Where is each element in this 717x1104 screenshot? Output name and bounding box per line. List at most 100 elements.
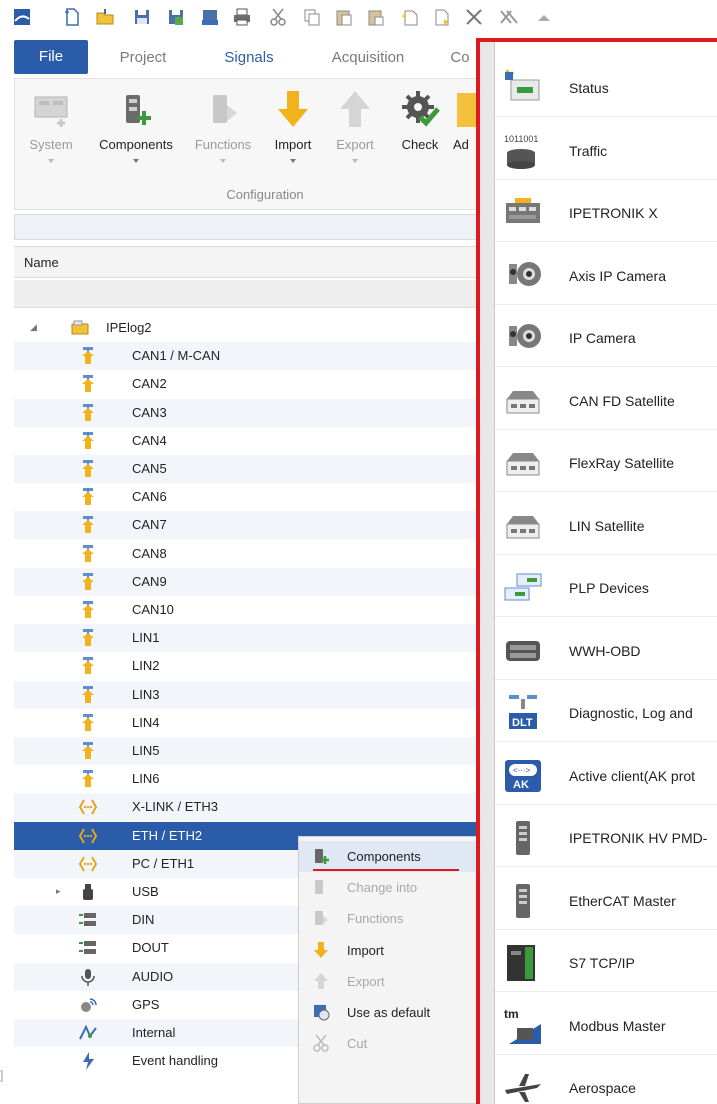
paste-icon[interactable]: [334, 7, 354, 27]
tree-row-label: DIN: [132, 912, 155, 928]
component-item[interactable]: FlexRay Satellite: [495, 433, 717, 492]
context-menu: Components Change into Functions Import Expo…: [298, 836, 481, 1104]
context-menu-item[interactable]: Functions: [299, 903, 481, 934]
import-button[interactable]: Import: [261, 79, 325, 189]
system-button[interactable]: System: [15, 79, 87, 189]
component-item[interactable]: WWH-OBD: [495, 621, 717, 680]
print-icon[interactable]: [232, 7, 252, 27]
context-menu-item[interactable]: Use as default: [299, 997, 481, 1028]
delete-all-icon[interactable]: [498, 7, 518, 27]
tree-row-label: CAN1 / M-CAN: [132, 348, 221, 364]
tree-row[interactable]: CAN4: [14, 427, 480, 455]
component-item[interactable]: CAN FD Satellite: [495, 371, 717, 430]
tree-row[interactable]: CAN10: [14, 596, 480, 624]
component-item[interactable]: IPETRONIK HV PMD-: [495, 808, 717, 867]
ethernet-icon: [78, 797, 98, 817]
tab-project[interactable]: Project: [100, 38, 186, 76]
copy-icon[interactable]: [302, 7, 322, 27]
export-arrow-icon: [312, 972, 330, 990]
component-item[interactable]: DLT Diagnostic, Log and: [495, 683, 717, 742]
tab-signals[interactable]: Signals: [204, 38, 294, 76]
save-as-icon[interactable]: [166, 7, 186, 27]
context-menu-item[interactable]: Import: [299, 935, 481, 966]
tree-row[interactable]: LIN5: [14, 737, 480, 765]
component-item[interactable]: 1011001 Traffic: [495, 121, 717, 180]
component-item[interactable]: IP Camera: [495, 308, 717, 367]
delete-icon[interactable]: [464, 7, 484, 27]
paste-special-icon[interactable]: [366, 7, 386, 27]
import-arrow-icon: [271, 87, 315, 131]
context-menu-item[interactable]: Change into: [299, 872, 481, 903]
component-item[interactable]: EtherCAT Master: [495, 871, 717, 930]
tree-row[interactable]: CAN6: [14, 483, 480, 511]
functions-button[interactable]: Functions: [185, 79, 261, 189]
tree-row[interactable]: LIN3: [14, 680, 480, 709]
tab-file[interactable]: File: [14, 40, 88, 74]
component-item[interactable]: IPETRONIK X: [495, 183, 717, 242]
component-item[interactable]: S7 TCP/IP: [495, 933, 717, 992]
tree-row-label: AUDIO: [132, 968, 174, 984]
column-header[interactable]: Name: [14, 246, 480, 278]
name-column-header[interactable]: Name: [24, 255, 59, 270]
tree-row[interactable]: CAN7: [14, 511, 480, 540]
filter-row[interactable]: [14, 280, 480, 308]
internal-icon: [78, 1023, 98, 1043]
redo-icon[interactable]: [432, 7, 452, 27]
tree-row-label: LIN5: [132, 743, 160, 758]
component-item-label: IPETRONIK HV PMD-: [569, 830, 708, 846]
component-item-label: FlexRay Satellite: [569, 455, 675, 471]
context-menu-item[interactable]: Cut: [299, 1028, 481, 1059]
tree-row[interactable]: CAN3: [14, 398, 480, 427]
bus-port-icon: [78, 685, 98, 705]
tree-row[interactable]: CAN8: [14, 540, 480, 568]
component-item[interactable]: PLP Devices: [495, 558, 717, 617]
check-button[interactable]: Check: [391, 79, 449, 189]
component-item-label: CAN FD Satellite: [569, 392, 675, 409]
tree-row[interactable]: LIN4: [14, 709, 480, 737]
cut-icon[interactable]: [268, 7, 288, 27]
component-item-label: PLP Devices: [569, 580, 649, 596]
component-item[interactable]: Status: [495, 58, 717, 117]
components-button[interactable]: Components: [87, 79, 185, 189]
component-item-label: Aerospace: [569, 1080, 636, 1096]
dropdown-arrow-icon: [352, 159, 358, 163]
undo-icon[interactable]: [400, 7, 420, 27]
expand-icon[interactable]: ▸: [56, 886, 66, 898]
context-menu-item[interactable]: Components: [299, 841, 481, 872]
context-menu-item[interactable]: Export: [299, 966, 481, 997]
component-item[interactable]: Axis IP Camera: [495, 246, 717, 305]
export-button[interactable]: Export: [325, 79, 385, 189]
tree-row-label: CAN5: [132, 461, 167, 476]
customize-qat-icon[interactable]: [534, 7, 554, 27]
dropdown-arrow-icon: [290, 159, 296, 163]
tree-row[interactable]: ◢ IPElog2: [14, 314, 480, 342]
tree-row[interactable]: CAN1 / M-CAN: [14, 342, 480, 371]
component-item[interactable]: Aerospace: [495, 1058, 717, 1104]
tree-row[interactable]: CAN5: [14, 455, 480, 483]
microphone-icon: [78, 967, 98, 987]
tree-row[interactable]: LIN2: [14, 652, 480, 680]
save-icon[interactable]: [132, 7, 152, 27]
change-icon: [312, 878, 330, 896]
functions-icon: [201, 87, 245, 131]
open-folder-icon[interactable]: [95, 7, 115, 27]
tab-acquisition[interactable]: Acquisition: [312, 38, 424, 76]
tree-row[interactable]: CAN2: [14, 370, 480, 398]
tree-row[interactable]: LIN1: [14, 624, 480, 653]
new-file-icon[interactable]: [62, 7, 82, 27]
hv-module-icon: [503, 818, 543, 858]
component-item[interactable]: <···> AK Active client(AK prot: [495, 746, 717, 805]
component-item[interactable]: LIN Satellite: [495, 496, 717, 555]
satellite-icon: [503, 381, 543, 421]
bus-port-icon: [78, 487, 98, 507]
auto-save-icon[interactable]: [200, 7, 220, 27]
component-item[interactable]: tm Modbus Master: [495, 996, 717, 1055]
collapse-icon[interactable]: ◢: [30, 322, 40, 334]
tree-row[interactable]: X-LINK / ETH3: [14, 793, 480, 822]
tree-row[interactable]: LIN6: [14, 765, 480, 793]
svg-text:<···>: <···>: [513, 766, 531, 775]
satellite-icon: [503, 506, 543, 546]
tree-row[interactable]: CAN9: [14, 567, 480, 596]
tab-co[interactable]: Co: [440, 38, 480, 76]
context-menu-item-label: Components: [347, 849, 421, 864]
